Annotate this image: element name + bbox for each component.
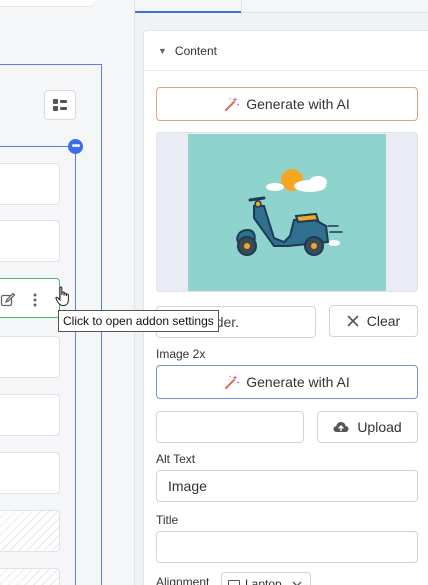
more-vertical-icon[interactable]: [32, 293, 38, 307]
alt-text-input[interactable]: Image: [156, 470, 418, 502]
device-select[interactable]: Laptop: [221, 572, 311, 585]
page-root: ••• Click to open addon settings ▼ Conte…: [0, 0, 428, 585]
tab-active[interactable]: [135, 0, 241, 13]
magic-wand-icon: [225, 375, 240, 389]
settings-sidebar: ▼ Content Generate with AI Clear Image 2…: [134, 0, 428, 585]
image2x-input[interactable]: [156, 411, 304, 443]
form-field-placeholder[interactable]: [0, 336, 60, 378]
options-dots-icon: •••: [71, 140, 80, 152]
monitor-icon: [228, 579, 240, 585]
layout-icon: [53, 99, 67, 111]
generate-ai-label: Generate with AI: [246, 96, 350, 112]
edit-icon[interactable]: [0, 292, 16, 308]
form-field-placeholder[interactable]: [0, 163, 60, 205]
form-field-disabled: [0, 568, 60, 585]
cloud-upload-icon: [333, 422, 349, 432]
tab-divider: [241, 0, 242, 13]
title-input[interactable]: [156, 531, 418, 563]
upload-label: Upload: [357, 419, 402, 435]
image-preview[interactable]: [156, 132, 418, 292]
alignment-label: Alignment: [156, 575, 210, 585]
clear-label: Clear: [366, 313, 401, 329]
magic-wand-icon: [225, 97, 240, 111]
content-panel: ▼ Content Generate with AI Clear Image 2…: [143, 30, 428, 585]
section-title: Content: [174, 43, 217, 58]
generate-ai-button-2x[interactable]: Generate with AI: [156, 365, 418, 399]
title-label: Title: [156, 513, 179, 527]
caret-down-icon: ▼: [158, 45, 167, 56]
generate-ai-button[interactable]: Generate with AI: [156, 87, 418, 121]
form-field-placeholder[interactable]: [0, 220, 60, 262]
close-icon: [347, 315, 359, 327]
layout-toggle-button[interactable]: [44, 90, 76, 120]
device-select-value: Laptop: [245, 577, 282, 585]
settings-tabs: [135, 0, 428, 13]
form-field-placeholder[interactable]: [0, 394, 60, 436]
generate-ai-label-2x: Generate with AI: [246, 374, 350, 390]
scooter-image: [188, 134, 386, 291]
column-options-button[interactable]: •••: [68, 139, 83, 154]
form-field-placeholder[interactable]: [0, 452, 60, 494]
tooltip: Click to open addon settings: [58, 310, 219, 332]
upload-button[interactable]: Upload: [317, 411, 418, 443]
alt-text-label: Alt Text: [156, 452, 196, 466]
canvas-top-bar: [0, 0, 95, 6]
pointer-cursor-icon: [55, 286, 69, 306]
chevron-down-icon: [292, 581, 302, 585]
form-field-disabled: [0, 510, 60, 552]
alt-text-value: Image: [168, 478, 207, 494]
clear-button[interactable]: Clear: [329, 305, 418, 337]
content-section-header[interactable]: ▼ Content: [144, 31, 428, 71]
image2x-label: Image 2x: [156, 347, 206, 361]
